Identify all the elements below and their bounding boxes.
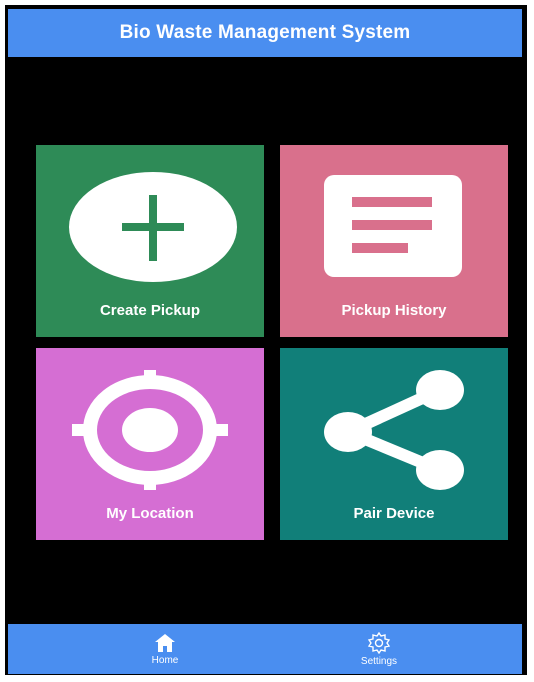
app-bar: Bio Waste Management System bbox=[8, 9, 522, 57]
my-location-label: My Location bbox=[106, 505, 194, 522]
home-icon bbox=[155, 633, 175, 652]
create-pickup-label: Create Pickup bbox=[99, 302, 201, 319]
nav-home[interactable]: Home bbox=[125, 624, 205, 674]
gear-icon bbox=[367, 631, 391, 654]
create-pickup-tile[interactable]: Create Pickup bbox=[36, 145, 264, 337]
nav-home-label: Home bbox=[151, 654, 179, 666]
pickup-history-label: Pickup History bbox=[341, 302, 447, 319]
nav-settings-label: Settings bbox=[360, 655, 398, 667]
my-location-tile[interactable]: My Location bbox=[36, 348, 264, 540]
bottom-nav-bar: Home Settings bbox=[8, 624, 522, 674]
pair-device-label: Pair Device bbox=[353, 505, 435, 522]
pair-device-tile[interactable]: Pair Device bbox=[280, 348, 508, 540]
app-screen bbox=[5, 5, 527, 675]
pickup-history-tile[interactable]: Pickup History bbox=[280, 145, 508, 337]
app-title: Bio Waste Management System bbox=[119, 22, 411, 43]
nav-settings[interactable]: Settings bbox=[339, 624, 419, 674]
